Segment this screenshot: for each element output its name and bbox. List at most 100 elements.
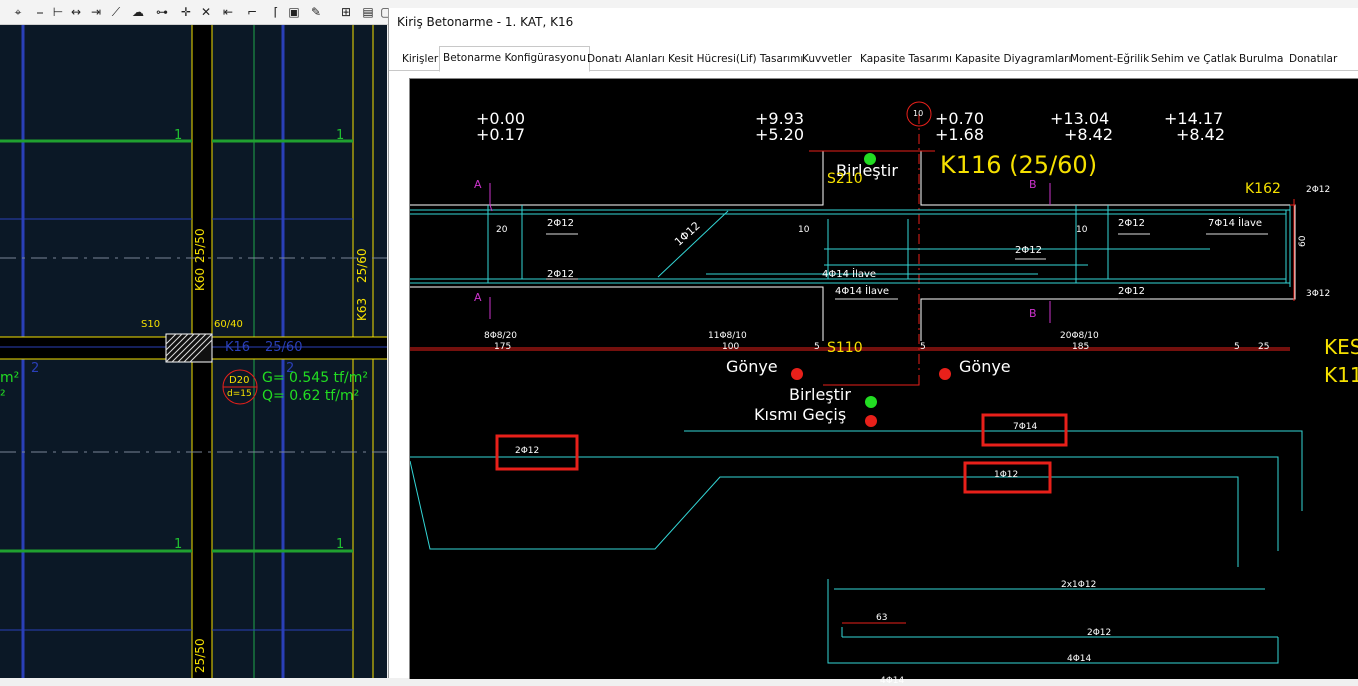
column-label-s110: S110 — [827, 340, 863, 356]
stirrup-label: 20Φ8/10 — [1060, 331, 1099, 341]
tab-kapasite-diyagramlari[interactable]: Kapasite Diyagramları — [954, 49, 1072, 69]
bar-schedule-label: 2x1Φ12 — [1061, 580, 1097, 590]
elevation-label: +1.68 — [935, 125, 985, 144]
rebar-label: 2Φ12 — [1118, 286, 1145, 297]
tab-kesit-hucresi[interactable]: Kesit Hücresi(Lif) Tasarımı — [667, 49, 804, 69]
rebar-label: 2Φ12 — [547, 218, 574, 229]
axis-label: 2 — [31, 361, 40, 376]
dimension-label: 20 — [496, 225, 508, 235]
dimension-label: 10 — [798, 225, 810, 235]
rebar-label: 2Φ12 — [547, 269, 574, 280]
load-cut-text: m² — [0, 370, 20, 386]
dimension-label: 60 — [1298, 235, 1308, 247]
section-mark-b: B — [1029, 307, 1037, 320]
line-icon[interactable]: ⎯ — [32, 4, 48, 20]
rebar-label: 4Φ14 İlave — [835, 286, 890, 297]
bar-schedule-label: 1Φ12 — [994, 470, 1019, 480]
column-label-s210: S210 — [827, 171, 863, 187]
section-mark-a: A — [474, 178, 482, 191]
length-label: 175 — [494, 342, 512, 352]
tab-kuvvetler[interactable]: Kuvvetler — [801, 49, 853, 69]
plan-drawing — [0, 25, 387, 678]
dimension-label: 10 — [1076, 225, 1088, 235]
length-label: 100 — [722, 342, 740, 352]
elevation-label: +5.20 — [755, 125, 805, 144]
angle-line-icon[interactable]: ⇥ — [88, 4, 104, 20]
cross-icon[interactable]: ✛ — [178, 4, 194, 20]
beam-size-k16: 25/60 — [265, 340, 303, 355]
axis-label: 1 — [336, 537, 345, 552]
column-size: 60/40 — [214, 319, 243, 330]
tab-donatilar[interactable]: Donatılar — [1288, 49, 1338, 69]
slab-thickness: d=15 — [227, 389, 252, 399]
tab-bar: Kirişler Betonarme Konfigürasyonu Donatı… — [389, 46, 1358, 72]
snap-icon[interactable]: ⌖ — [10, 4, 26, 20]
beam-size-k60: 25/50 — [193, 228, 207, 263]
slash-line-icon[interactable]: ↔ — [68, 4, 84, 20]
grid-icon[interactable]: ⊞ — [338, 4, 354, 20]
plan-canvas[interactable]: 1 1 1 1 2 2 S10 60/40 K60 25/50 K63 25/6… — [0, 25, 387, 678]
cut-off-label: KES — [1324, 335, 1358, 359]
frame-icon[interactable]: ▣ — [286, 4, 302, 20]
beam-label-k16: K16 — [225, 340, 251, 355]
cut-off-label: K11 — [1324, 363, 1358, 387]
tab-burulma[interactable]: Burulma — [1238, 49, 1284, 69]
x-icon[interactable]: ✕ — [198, 4, 214, 20]
tab-kapasite-tasarimi[interactable]: Kapasite Tasarımı — [859, 49, 953, 69]
elevation-label: +8.42 — [1176, 125, 1226, 144]
birlestir-label: Birleştir — [789, 385, 851, 404]
axis-label: 1 — [336, 128, 345, 143]
length-label: 5 — [1234, 342, 1240, 352]
corner-icon[interactable]: ⌐ — [244, 4, 260, 20]
section-mark-b: B — [1029, 178, 1037, 191]
rebar-label: 4Φ14 İlave — [822, 269, 877, 280]
section-cut-icon[interactable]: ⊶ — [154, 4, 170, 20]
beam-label-k162: K162 — [1245, 181, 1281, 197]
beam-title: K116 (25/60) — [940, 151, 1098, 179]
reinforcement-drawing[interactable]: +0.00 +0.17 +9.93 +5.20 +0.70 +1.68 +13.… — [409, 78, 1358, 686]
dead-load-label: G= 0.545 tf/m² — [262, 370, 368, 386]
beam-size-bottom: 25/50 — [193, 638, 207, 673]
rebar-label: 2Φ12 — [1015, 245, 1042, 256]
bar-schedule-label: 7Φ14 — [1013, 422, 1038, 432]
kismi-gecis-label: Kısmı Geçiş — [754, 405, 847, 424]
rebar-label: 2Φ12 — [1118, 218, 1145, 229]
beam-reinforcement-window: Kiriş Betonarme - 1. KAT, K16 Kirişler B… — [388, 8, 1358, 686]
window-titlebar: Kiriş Betonarme - 1. KAT, K16 — [389, 8, 1358, 36]
bar-schedule-label: 4Φ14 — [1067, 654, 1092, 664]
dimension-icon[interactable]: ⊢ — [50, 4, 66, 20]
window-title: Kiriş Betonarme - 1. KAT, K16 — [397, 15, 574, 29]
beam-label-k63: K63 — [355, 297, 369, 321]
arrow-line-icon[interactable]: ⇤ — [220, 4, 236, 20]
tab-donati-alanlari[interactable]: Donatı Alanları — [586, 49, 666, 69]
tab-sehim-ve-catlak[interactable]: Sehim ve Çatlak — [1150, 49, 1238, 69]
bar-schedule-label: 63 — [876, 613, 888, 623]
axis-label: 1 — [174, 537, 183, 552]
pen-icon[interactable]: ✎ — [308, 4, 324, 20]
tab-kirisler[interactable]: Kirişler — [401, 49, 439, 69]
beam-size-k63: 25/60 — [355, 248, 369, 283]
stirrup-label: 11Φ8/10 — [708, 331, 747, 341]
load-cut-text: ² — [0, 388, 6, 404]
elevation-label: +0.17 — [476, 125, 526, 144]
gonye-label: Gönye — [726, 357, 778, 376]
elevation-label: +8.42 — [1064, 125, 1114, 144]
axis-label: 1 — [174, 128, 183, 143]
cloud-icon[interactable]: ☁ — [130, 4, 146, 20]
save-icon[interactable]: ▤ — [360, 4, 376, 20]
slab-label-d20: D20 — [229, 375, 250, 386]
rebar-label: 7Φ14 İlave — [1208, 218, 1263, 229]
length-label: 185 — [1072, 342, 1090, 352]
bar-schedule-label: 2Φ12 — [515, 446, 540, 456]
tab-betonarme-konfigurasyonu[interactable]: Betonarme Konfigürasyonu — [439, 46, 590, 72]
stirrup-label: 8Φ8/20 — [484, 331, 518, 341]
gonye-label: Gönye — [959, 357, 1011, 376]
length-label: 5 — [814, 342, 820, 352]
bracket-icon[interactable]: ⌈ — [268, 4, 284, 20]
bar-schedule-label: 2Φ12 — [1087, 628, 1112, 638]
side-rebar-label: 2Φ12 — [1306, 185, 1331, 195]
beam-label-k60: K60 — [193, 267, 207, 291]
tab-moment-egrilik[interactable]: Moment-Eğrilik — [1069, 49, 1150, 69]
side-rebar-label: 3Φ12 — [1306, 289, 1331, 299]
diagonal-icon[interactable]: ⟋ — [108, 4, 124, 20]
